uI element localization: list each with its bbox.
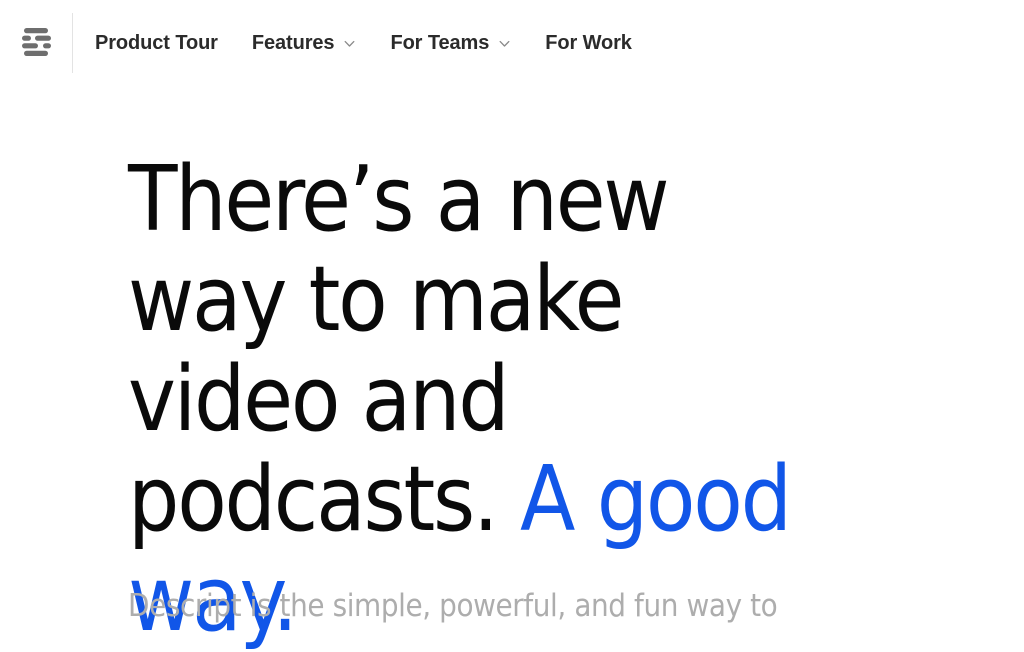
- nav-label-for-teams: For Teams: [390, 32, 490, 54]
- nav-item-features[interactable]: Features: [252, 33, 357, 53]
- descript-logo-glyph: [22, 28, 51, 56]
- page-title: There’s a new way to make video and podc…: [128, 150, 838, 650]
- hero-section: There’s a new way to make video and podc…: [128, 150, 928, 650]
- nav-label-features: Features: [251, 32, 335, 54]
- header-divider: [72, 13, 73, 73]
- main-nav: Product Tour Features For Teams For Work: [95, 0, 632, 86]
- nav-label-product-tour: Product Tour: [95, 32, 218, 54]
- nav-item-for-teams[interactable]: For Teams: [390, 33, 511, 53]
- hero-subtitle: Descript is the simple, powerful, and fu…: [128, 588, 778, 624]
- nav-label-for-work: For Work: [545, 32, 632, 54]
- nav-item-for-work[interactable]: For Work: [545, 33, 632, 53]
- page-root: Product Tour Features For Teams For Work…: [0, 0, 1024, 650]
- chevron-down-icon: [343, 37, 356, 50]
- chevron-down-icon: [498, 37, 511, 50]
- nav-item-product-tour[interactable]: Product Tour: [95, 33, 218, 53]
- site-header: Product Tour Features For Teams For Work: [0, 0, 1024, 86]
- descript-logo-icon[interactable]: [20, 24, 58, 62]
